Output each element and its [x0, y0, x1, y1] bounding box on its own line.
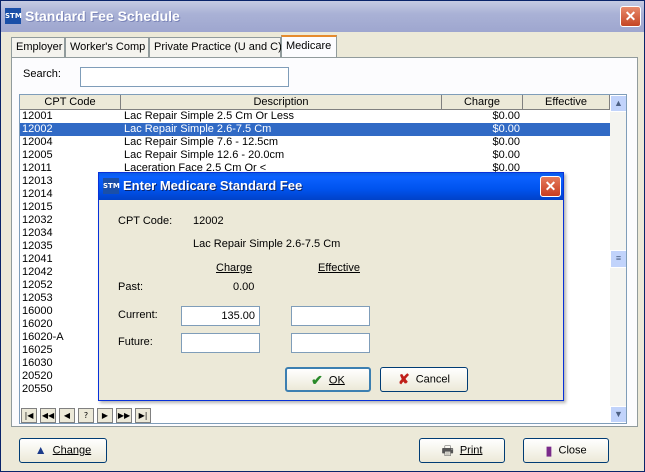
- future-effective-field[interactable]: [291, 333, 370, 353]
- tab-medicare[interactable]: Medicare: [281, 35, 337, 57]
- description-cell: Lac Repair Simple 7.6 - 12.5cm: [124, 136, 279, 148]
- scroll-up-icon[interactable]: ▲: [610, 95, 626, 112]
- dialog-title: Enter Medicare Standard Fee: [123, 178, 303, 193]
- past-charge-value: 0.00: [233, 281, 255, 293]
- past-label: Past:: [118, 281, 144, 293]
- column-header-charge[interactable]: Charge: [442, 95, 523, 110]
- column-header-effective[interactable]: Effective: [523, 95, 610, 110]
- nav-prev-page-icon[interactable]: ◀◀: [40, 408, 56, 423]
- app-icon: STM: [5, 8, 22, 24]
- close-button[interactable]: ▮ Close: [523, 438, 609, 463]
- current-label: Current:: [118, 309, 158, 321]
- nav-next-page-icon[interactable]: ▶▶: [116, 408, 132, 423]
- enter-medicare-fee-dialog: STM Enter Medicare Standard Fee ✕ CPT Co…: [98, 172, 564, 401]
- table-row[interactable]: 12001 Lac Repair Simple 2.5 Cm Or Less $0.…: [20, 110, 610, 123]
- effective-cell: [525, 123, 609, 136]
- ok-button[interactable]: ✔ OK: [285, 367, 371, 392]
- charge-cell: $0.00: [492, 110, 520, 122]
- cpt-code-label: CPT Code:: [118, 215, 173, 227]
- table-row[interactable]: 12005 Lac Repair Simple 12.6 - 20.0cm $0.0…: [20, 149, 610, 162]
- dialog-title-bar: STM Enter Medicare Standard Fee ✕: [99, 173, 563, 200]
- table-row[interactable]: 12004 Lac Repair Simple 7.6 - 12.5cm $0.00: [20, 136, 610, 149]
- charge-cell: $0.00: [492, 149, 520, 161]
- tab-workers-comp[interactable]: Worker's Comp: [65, 37, 149, 57]
- cpt-code-value: 12002: [193, 215, 224, 227]
- column-header-cpt-code[interactable]: CPT Code: [20, 95, 121, 110]
- current-effective-field[interactable]: [291, 306, 370, 326]
- scroll-down-icon[interactable]: ▼: [610, 406, 626, 423]
- description-cell: Lac Repair Simple 2.5 Cm Or Less: [124, 110, 294, 122]
- effective-cell: [525, 110, 609, 123]
- dialog-close-icon[interactable]: ✕: [540, 176, 561, 197]
- window-title: Standard Fee Schedule: [25, 8, 180, 24]
- close-button-label: Close: [558, 444, 587, 457]
- description-cell: Lac Repair Simple 12.6 - 20.0cm: [124, 149, 285, 161]
- effective-column-header: Effective: [318, 262, 360, 274]
- change-button[interactable]: ▲ Change: [19, 438, 107, 463]
- cpt-code-cell: 12002: [22, 123, 53, 135]
- future-charge-field[interactable]: [181, 333, 260, 353]
- triangle-icon: ▲: [34, 443, 47, 457]
- search-input[interactable]: [80, 67, 289, 87]
- search-label: Search:: [23, 68, 61, 80]
- title-bar: STM Standard Fee Schedule ✕: [1, 1, 644, 32]
- effective-cell: [525, 149, 609, 162]
- checkmark-icon: ✔: [311, 372, 323, 388]
- nav-next-icon[interactable]: ▶: [97, 408, 113, 423]
- print-button-label: Print: [459, 444, 483, 457]
- change-button-label: Change: [52, 444, 92, 457]
- description-cell: Lac Repair Simple 2.6-7.5 Cm: [124, 123, 272, 135]
- close-icon[interactable]: ✕: [620, 6, 641, 27]
- cpt-code-cell: 12001: [22, 110, 53, 122]
- tab-private-practice[interactable]: Private Practice (U and C): [149, 37, 282, 57]
- column-header-description[interactable]: Description: [121, 95, 442, 110]
- charge-cell: $0.00: [492, 123, 520, 135]
- charge-column-header: Charge: [216, 262, 253, 274]
- x-icon: ✘: [398, 371, 410, 387]
- table-row[interactable]: 12002 Lac Repair Simple 2.6-7.5 Cm $0.00: [20, 123, 610, 136]
- nav-last-icon[interactable]: ▶|: [135, 408, 151, 423]
- future-label: Future:: [118, 336, 153, 348]
- cancel-button-label: Cancel: [415, 373, 450, 386]
- fee-description: Lac Repair Simple 2.6-7.5 Cm: [193, 238, 341, 250]
- exit-door-icon: ▮: [545, 443, 553, 458]
- vertical-scrollbar[interactable]: ▲ ≡ ▼: [610, 95, 626, 423]
- tab-employer[interactable]: Employer: [11, 37, 65, 57]
- cpt-code-cell: 12004: [22, 136, 53, 148]
- nav-prev-icon[interactable]: ◀: [59, 408, 75, 423]
- nav-first-icon[interactable]: |◀: [21, 408, 37, 423]
- ok-button-label: OK: [328, 374, 345, 387]
- cancel-button[interactable]: ✘ Cancel: [380, 367, 468, 392]
- effective-cell: [525, 136, 609, 149]
- charge-cell: $0.00: [492, 136, 520, 148]
- print-button[interactable]: 🖶 Print: [419, 438, 505, 463]
- cpt-code-cell: 12005: [22, 149, 53, 161]
- scroll-thumb[interactable]: ≡: [610, 250, 626, 268]
- standard-fee-schedule-window: STM Standard Fee Schedule ✕ Employer Wor…: [0, 0, 645, 472]
- dialog-app-icon: STM: [103, 178, 120, 194]
- nav-help-icon[interactable]: ?: [78, 408, 94, 423]
- current-charge-field[interactable]: 135.00: [181, 306, 260, 326]
- printer-icon: 🖶: [441, 443, 454, 458]
